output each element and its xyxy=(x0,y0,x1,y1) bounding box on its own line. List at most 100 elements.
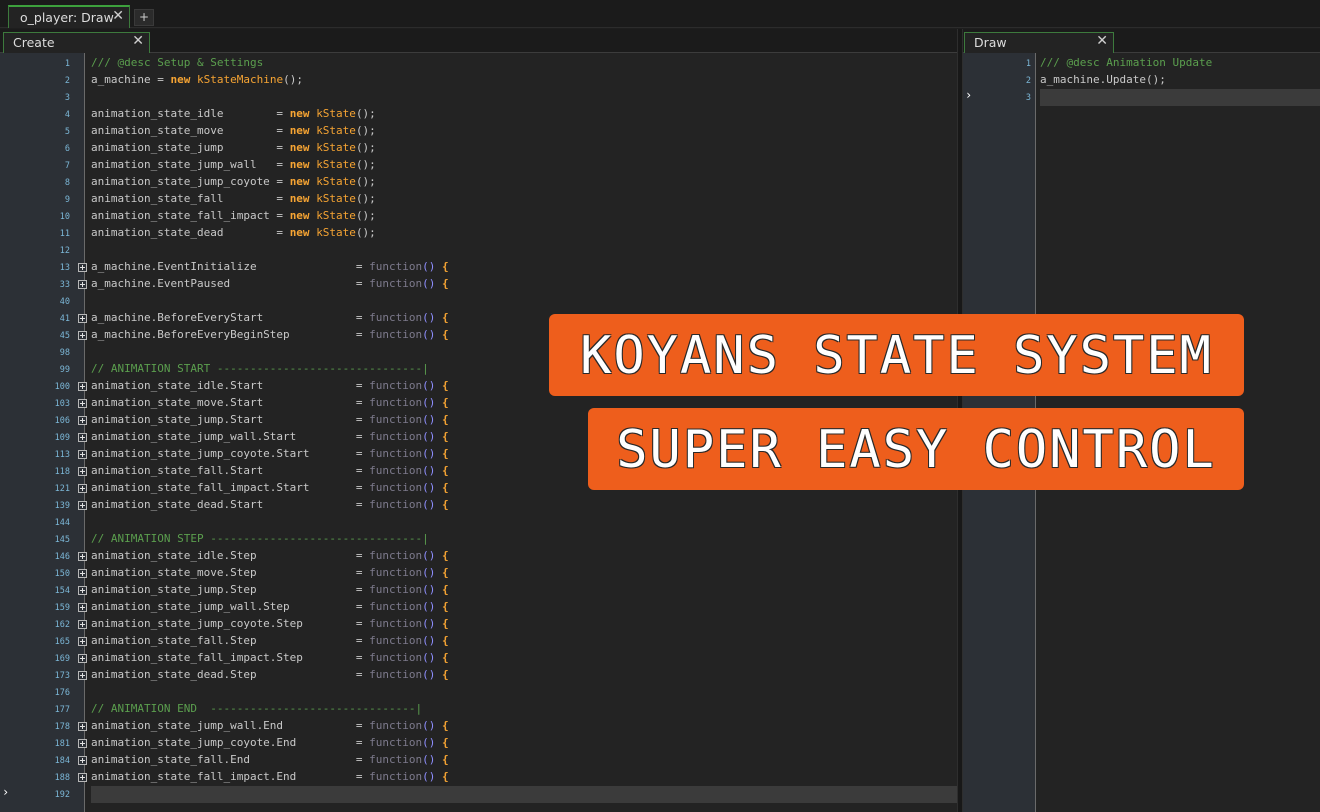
fold-plus-icon[interactable] xyxy=(78,552,87,561)
code-token: animation_state_jump_coyote.End = xyxy=(91,736,370,749)
code-line: 8 animation_state_jump_coyote = new kStat… xyxy=(0,174,957,191)
code-token: animation_state_fall_impact.End = xyxy=(91,770,370,783)
tab-create[interactable]: Create ✕ xyxy=(3,32,150,53)
code-token: a_machine.EventPaused = xyxy=(91,277,370,290)
code-token: function xyxy=(369,651,423,664)
line-number: 3 xyxy=(64,93,70,103)
code-text: animation_state_dead = new kState(); xyxy=(91,226,376,239)
tab-draw[interactable]: Draw ✕ xyxy=(964,32,1114,53)
code-token: { xyxy=(442,549,449,562)
code-text: animation_state_jump_wall.Step = functio… xyxy=(91,600,449,613)
fold-plus-icon[interactable] xyxy=(78,569,87,578)
fold-plus-icon[interactable] xyxy=(78,501,87,510)
fold-plus-icon[interactable] xyxy=(78,756,87,765)
close-icon[interactable]: ✕ xyxy=(132,33,144,49)
code-token: new xyxy=(289,226,310,239)
close-icon[interactable]: ✕ xyxy=(1096,33,1108,49)
fold-plus-icon[interactable] xyxy=(78,416,87,425)
line-number: 40 xyxy=(59,297,70,307)
code-line: 4 animation_state_idle = new kState(); xyxy=(0,106,957,123)
code-token: () xyxy=(422,736,436,749)
line-number: 169 xyxy=(54,654,70,664)
fold-plus-icon[interactable] xyxy=(78,603,87,612)
close-icon[interactable]: ✕ xyxy=(112,8,124,24)
code-text: a_machine.EventPaused = function() { xyxy=(91,277,449,290)
code-token: { xyxy=(442,447,449,460)
code-token: function xyxy=(369,413,423,426)
line-number: 106 xyxy=(54,416,70,426)
code-line: 162 animation_state_jump_coyote.Step = fu… xyxy=(0,616,957,633)
fold-plus-icon[interactable] xyxy=(78,263,87,272)
code-token: { xyxy=(442,566,449,579)
code-token: new xyxy=(289,124,310,137)
code-text: animation_state_move = new kState(); xyxy=(91,124,376,137)
line-number: 7 xyxy=(64,161,70,171)
fold-plus-icon[interactable] xyxy=(78,586,87,595)
code-token: (); xyxy=(355,158,376,171)
line-number: 2 xyxy=(64,76,70,86)
code-line: 159 animation_state_jump_wall.Step = func… xyxy=(0,599,957,616)
code-token: () xyxy=(422,481,436,494)
line-number: 33 xyxy=(59,280,70,290)
code-token: (); xyxy=(355,192,376,205)
line-number: 165 xyxy=(54,637,70,647)
code-line: 9 animation_state_fall = new kState(); xyxy=(0,191,957,208)
code-token: animation_state_jump_wall = xyxy=(91,158,290,171)
code-token: animation_state_move.Start = xyxy=(91,396,370,409)
fold-plus-icon[interactable] xyxy=(78,467,87,476)
code-token: () xyxy=(422,311,436,324)
line-number: 98 xyxy=(59,348,70,358)
fold-plus-icon[interactable] xyxy=(78,484,87,493)
fold-plus-icon[interactable] xyxy=(78,671,87,680)
code-token: function xyxy=(369,634,423,647)
code-line: 3 xyxy=(963,89,1320,106)
add-tab-button[interactable]: + xyxy=(134,9,154,26)
code-token: animation_state_jump = xyxy=(91,141,290,154)
subtitle-banner: SUPER EASY CONTROL xyxy=(588,408,1244,490)
line-number: 11 xyxy=(59,229,70,239)
line-number: 6 xyxy=(64,144,70,154)
code-token: animation_state_jump_coyote.Step = xyxy=(91,617,370,630)
fold-plus-icon[interactable] xyxy=(78,399,87,408)
fold-plus-icon[interactable] xyxy=(78,280,87,289)
code-text: // ANIMATION STEP ----------------------… xyxy=(91,532,429,545)
code-token: kState xyxy=(316,209,356,222)
tab-o-player-draw[interactable]: o_player: Draw ✕ xyxy=(8,5,130,28)
line-number: 146 xyxy=(54,552,70,562)
code-token: () xyxy=(422,277,436,290)
fold-plus-icon[interactable] xyxy=(78,773,87,782)
code-token: () xyxy=(422,668,436,681)
fold-plus-icon[interactable] xyxy=(78,722,87,731)
code-token: animation_state_jump.Start = xyxy=(91,413,370,426)
code-text: animation_state_jump_coyote = new kState… xyxy=(91,175,376,188)
fold-plus-icon[interactable] xyxy=(78,620,87,629)
fold-plus-icon[interactable] xyxy=(78,382,87,391)
fold-plus-icon[interactable] xyxy=(78,314,87,323)
fold-plus-icon[interactable] xyxy=(78,433,87,442)
code-line: 178 animation_state_jump_wall.End = funct… xyxy=(0,718,957,735)
fold-plus-icon[interactable] xyxy=(78,331,87,340)
fold-plus-icon[interactable] xyxy=(78,637,87,646)
code-token: (); xyxy=(283,73,303,86)
code-text: a_machine.BeforeEveryStart = function() … xyxy=(91,311,449,324)
line-number: 144 xyxy=(54,518,70,528)
fold-plus-icon[interactable] xyxy=(78,739,87,748)
code-text: animation_state_idle.Start = function() … xyxy=(91,379,449,392)
fold-plus-icon[interactable] xyxy=(78,450,87,459)
code-token: { xyxy=(442,770,449,783)
fold-plus-icon[interactable] xyxy=(78,654,87,663)
code-token: { xyxy=(442,753,449,766)
code-token: { xyxy=(442,736,449,749)
code-token: { xyxy=(442,277,449,290)
line-number: 12 xyxy=(59,246,70,256)
code-text: animation_state_fall.Step = function() { xyxy=(91,634,449,647)
code-token: function xyxy=(369,566,423,579)
code-line: 173 animation_state_dead.Step = function(… xyxy=(0,667,957,684)
tab-label: Draw xyxy=(974,35,1007,50)
line-number: 10 xyxy=(59,212,70,222)
code-token: () xyxy=(422,583,436,596)
code-token: { xyxy=(442,583,449,596)
create-pane-header: Create ✕ xyxy=(0,29,957,53)
code-token: function xyxy=(369,481,423,494)
code-token: animation_state_fall.End = xyxy=(91,753,370,766)
